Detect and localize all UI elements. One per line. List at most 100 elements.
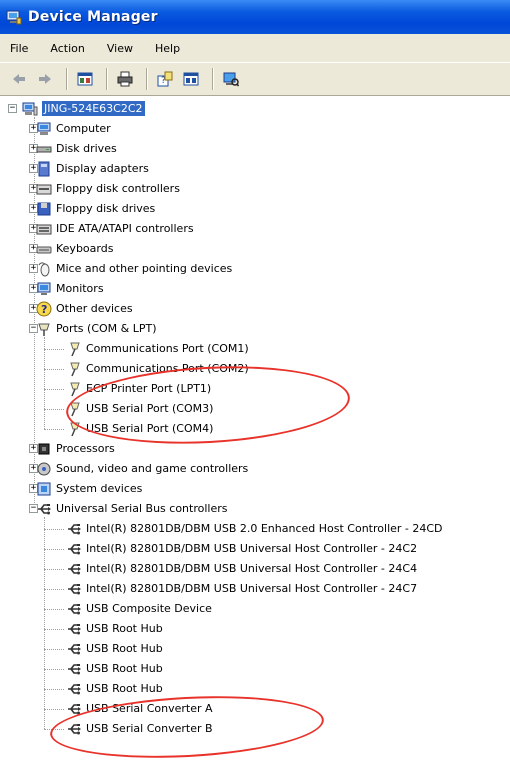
port-device-icon <box>70 342 80 357</box>
toolbar-separator <box>146 68 148 90</box>
usb-icon <box>68 664 81 675</box>
device-manager-icon <box>6 10 22 25</box>
usb-icon <box>38 504 51 515</box>
tree-category[interactable]: + Monitors <box>0 279 510 299</box>
category-label: Universal Serial Bus controllers <box>56 502 228 515</box>
tree-category[interactable]: + Floppy disk controllers <box>0 179 510 199</box>
tree-guide-line <box>44 609 64 610</box>
menu-help[interactable]: Help <box>155 42 180 55</box>
collapse-icon[interactable]: − <box>8 104 17 113</box>
toolbar-separator <box>212 68 214 90</box>
processor-icon <box>38 443 50 455</box>
properties-button[interactable] <box>74 68 96 90</box>
display-adapter-icon <box>38 161 50 177</box>
usb-icon <box>68 604 81 615</box>
tree-category[interactable]: + Keyboards <box>0 239 510 259</box>
root-computer-icon <box>22 102 38 116</box>
tree-category[interactable]: + System devices <box>0 479 510 499</box>
print-button[interactable] <box>114 68 136 90</box>
device-item[interactable]: USB Composite Device <box>0 599 510 619</box>
tree-guide-line <box>44 429 64 430</box>
device-item[interactable]: USB Root Hub <box>0 679 510 699</box>
view-button[interactable] <box>180 68 202 90</box>
tree-guide-line <box>44 689 64 690</box>
device-item[interactable]: Intel(R) 82801DB/DBM USB Universal Host … <box>0 559 510 579</box>
toolbar-separator <box>66 68 68 90</box>
tree-category[interactable]: + Processors <box>0 439 510 459</box>
scan-hardware-button[interactable] <box>220 68 242 90</box>
tree-category[interactable]: + Computer <box>0 119 510 139</box>
tree-category[interactable]: + Disk drives <box>0 139 510 159</box>
category-label: Display adapters <box>56 162 149 175</box>
port-device-icon <box>70 422 80 437</box>
window-title: Device Manager <box>28 9 158 25</box>
port-device-icon <box>70 402 80 417</box>
category-label: Other devices <box>56 302 133 315</box>
help-icon: ? <box>157 71 173 87</box>
device-label: USB Root Hub <box>86 642 163 655</box>
category-label: Floppy disk drives <box>56 202 156 215</box>
tree-root[interactable]: − JING-524E63C2C2 <box>0 99 510 119</box>
device-item[interactable]: Intel(R) 82801DB/DBM USB Universal Host … <box>0 579 510 599</box>
back-button[interactable] <box>8 68 30 90</box>
device-item[interactable]: Communications Port (COM1) <box>0 339 510 359</box>
menu-view[interactable]: View <box>107 42 133 55</box>
tree-category[interactable]: + Sound, video and game controllers <box>0 459 510 479</box>
menu-file[interactable]: File <box>10 42 28 55</box>
tree-guide-line <box>44 529 64 530</box>
device-item[interactable]: Intel(R) 82801DB/DBM USB Universal Host … <box>0 539 510 559</box>
tree-category[interactable]: + Floppy disk drives <box>0 199 510 219</box>
device-label: USB Composite Device <box>86 602 212 615</box>
category-label: System devices <box>56 482 143 495</box>
mouse-icon <box>38 262 50 277</box>
computer-icon <box>37 122 51 135</box>
disk-drive-icon <box>36 146 52 153</box>
device-item[interactable]: Intel(R) 82801DB/DBM USB 2.0 Enhanced Ho… <box>0 519 510 539</box>
device-item[interactable]: USB Root Hub <box>0 639 510 659</box>
device-item[interactable]: ECP Printer Port (LPT1) <box>0 379 510 399</box>
keyboard-icon <box>36 246 52 254</box>
device-label: Intel(R) 82801DB/DBM USB 2.0 Enhanced Ho… <box>86 522 443 535</box>
help-button[interactable]: ? <box>154 68 176 90</box>
category-label: Ports (COM & LPT) <box>56 322 157 335</box>
category-label: Monitors <box>56 282 104 295</box>
tree-guide-line <box>44 349 64 350</box>
toolbar-separator <box>106 68 108 90</box>
unknown-device-icon: ? <box>36 301 52 317</box>
category-label: Processors <box>56 442 115 455</box>
usb-icon <box>68 544 81 555</box>
menu-action[interactable]: Action <box>50 42 84 55</box>
floppy-drive-icon <box>37 202 51 216</box>
port-device-icon <box>70 362 80 377</box>
tree-category[interactable]: +? Other devices <box>0 299 510 319</box>
device-item[interactable]: USB Serial Converter A <box>0 699 510 719</box>
forward-icon <box>39 74 51 84</box>
device-item[interactable]: Communications Port (COM2) <box>0 359 510 379</box>
title-bar[interactable]: Device Manager <box>0 0 510 34</box>
forward-button[interactable] <box>34 68 56 90</box>
device-item[interactable]: USB Root Hub <box>0 619 510 639</box>
computer-name: JING-524E63C2C2 <box>42 101 145 116</box>
category-label: Computer <box>56 122 111 135</box>
device-label: Intel(R) 82801DB/DBM USB Universal Host … <box>86 542 418 555</box>
device-tree[interactable]: − JING-524E63C2C2 + Computer + Disk drives + Di… <box>0 97 510 764</box>
tree-category[interactable]: − Universal Serial Bus controllers <box>0 499 510 519</box>
device-item[interactable]: USB Serial Port (COM3) <box>0 399 510 419</box>
device-label: Communications Port (COM1) <box>86 342 249 355</box>
tree-category[interactable]: + Display adapters <box>0 159 510 179</box>
tree-category[interactable]: − Ports (COM & LPT) <box>0 319 510 339</box>
device-item[interactable]: USB Serial Converter B <box>0 719 510 739</box>
tree-guide-line <box>44 649 64 650</box>
tree-category[interactable]: + IDE ATA/ATAPI controllers <box>0 219 510 239</box>
device-item[interactable]: USB Serial Port (COM4) <box>0 419 510 439</box>
device-label: USB Root Hub <box>86 662 163 675</box>
properties-icon <box>77 72 93 86</box>
device-item[interactable]: USB Root Hub <box>0 659 510 679</box>
toolbar: ? <box>0 62 510 96</box>
tree-category[interactable]: + Mice and other pointing devices <box>0 259 510 279</box>
tree-guide-line <box>44 549 64 550</box>
tree-guide-line <box>44 337 45 429</box>
category-label: Disk drives <box>56 142 117 155</box>
device-label: USB Root Hub <box>86 682 163 695</box>
device-label: USB Root Hub <box>86 622 163 635</box>
